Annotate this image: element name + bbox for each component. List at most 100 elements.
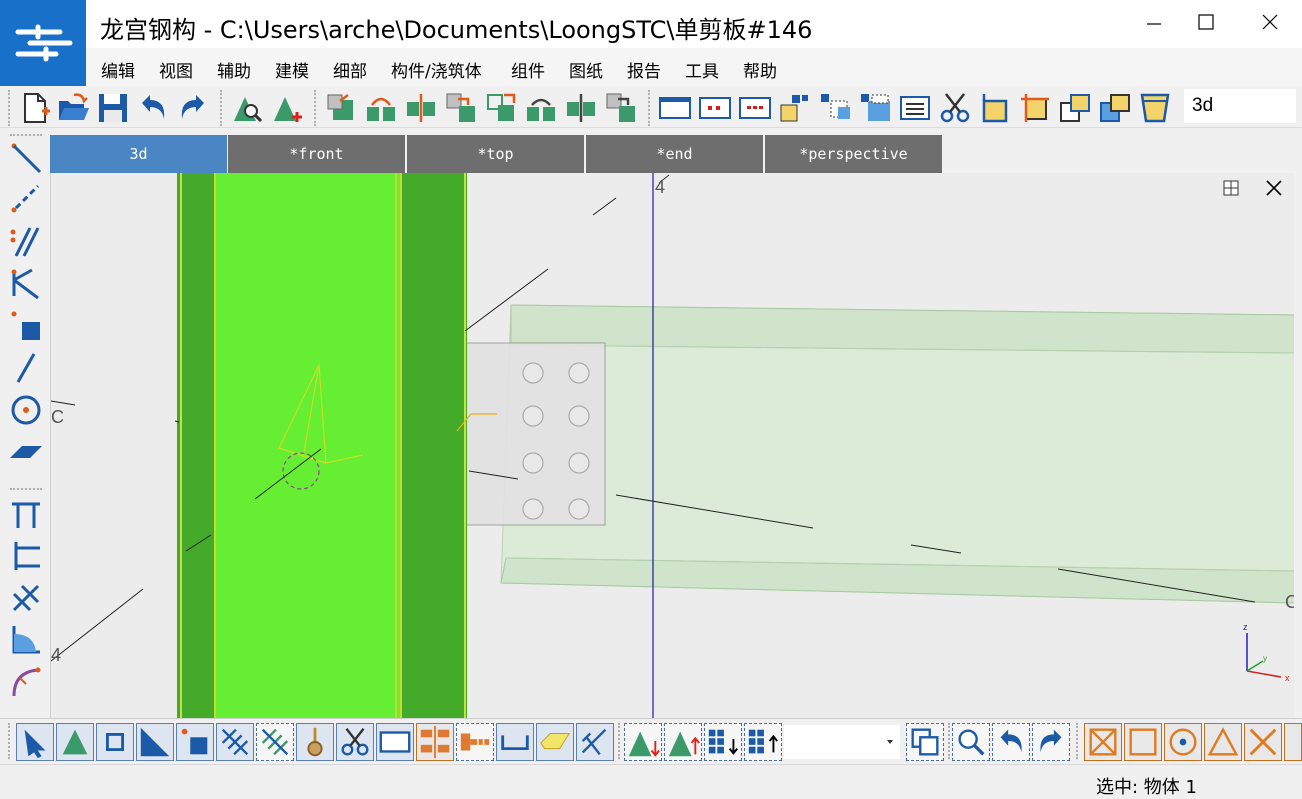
zoom-next-icon[interactable] <box>1032 723 1070 761</box>
menu-view[interactable]: 视图 <box>159 57 193 82</box>
new-file-icon[interactable] <box>18 91 52 125</box>
mirror-copy-icon[interactable] <box>404 91 438 125</box>
snap-geometry-icon[interactable] <box>1124 723 1162 761</box>
cut-polygon-icon[interactable] <box>1058 91 1092 125</box>
select-grid-icon[interactable] <box>416 723 454 761</box>
inquire-object-icon[interactable] <box>230 91 264 125</box>
square-point-icon[interactable] <box>8 308 44 344</box>
viewport-close-button[interactable] <box>1266 180 1282 196</box>
redo-icon[interactable] <box>176 91 210 125</box>
minimize-button[interactable] <box>1124 0 1184 44</box>
steel-column[interactable] <box>177 173 467 718</box>
cut-line-icon[interactable] <box>1018 91 1052 125</box>
copy-special-icon[interactable] <box>364 91 398 125</box>
view-name-input[interactable] <box>1184 89 1296 123</box>
mirror-move-icon[interactable] <box>564 91 598 125</box>
select-part-icon[interactable] <box>56 723 94 761</box>
undo-icon[interactable] <box>136 91 170 125</box>
fitting-icon[interactable] <box>978 91 1012 125</box>
snap-midpoint-icon[interactable] <box>1204 723 1242 761</box>
line-tool-icon[interactable] <box>8 140 44 176</box>
select-nested-icon[interactable] <box>858 91 892 125</box>
snap-center-icon[interactable] <box>1164 723 1202 761</box>
scissors-icon[interactable] <box>938 91 972 125</box>
snap-intersection-icon[interactable] <box>1244 723 1282 761</box>
cut-part-icon[interactable] <box>1098 91 1132 125</box>
plane-tool-icon[interactable] <box>8 434 44 470</box>
grid-corner-icon[interactable] <box>8 538 44 574</box>
select-reference-icon[interactable] <box>456 723 494 761</box>
select-polybeam-icon[interactable] <box>496 723 534 761</box>
select-weld-icon[interactable] <box>216 723 254 761</box>
grid-label-4-top: 4 <box>655 177 665 197</box>
select-anchor-icon[interactable] <box>296 723 334 761</box>
view-window-icon[interactable] <box>658 91 692 125</box>
tab-3d[interactable]: 3d <box>50 135 227 173</box>
snap-more-button[interactable] <box>1284 723 1302 761</box>
tab-perspective[interactable]: *perspective <box>765 135 942 173</box>
menu-modeling[interactable]: 建模 <box>275 57 309 82</box>
save-icon[interactable] <box>96 91 130 125</box>
quarter-arc-icon[interactable] <box>8 622 44 658</box>
menu-help[interactable]: 帮助 <box>743 57 777 82</box>
select-assembly-icon[interactable] <box>778 91 812 125</box>
select-arrow-icon[interactable] <box>16 723 54 761</box>
copy-view-icon[interactable] <box>906 723 944 761</box>
menu-components[interactable]: 组件 <box>511 57 545 82</box>
circle-point-icon[interactable] <box>8 392 44 428</box>
select-assembly-lower-icon[interactable] <box>704 723 742 761</box>
select-upper-icon[interactable] <box>664 723 702 761</box>
properties-icon[interactable] <box>898 91 932 125</box>
grid-label-4-bottom: 4 <box>51 645 61 665</box>
zoom-icon[interactable] <box>952 723 990 761</box>
viewport-layout-button[interactable] <box>1223 180 1239 196</box>
add-part-icon[interactable] <box>270 91 304 125</box>
select-dimension-icon[interactable] <box>576 723 614 761</box>
parallel-lines-icon[interactable] <box>8 224 44 260</box>
menu-assist[interactable]: 辅助 <box>217 57 251 82</box>
zoom-previous-icon[interactable] <box>992 723 1030 761</box>
move-to-plane-icon[interactable] <box>604 91 638 125</box>
snap-reference-icon[interactable] <box>1084 723 1122 761</box>
view-dots-icon[interactable] <box>738 91 772 125</box>
menu-detailing[interactable]: 细部 <box>333 57 367 82</box>
open-folder-icon[interactable] <box>56 91 90 125</box>
move-special-icon[interactable] <box>484 91 518 125</box>
select-surface-icon[interactable] <box>136 723 174 761</box>
menu-tools[interactable]: 工具 <box>685 57 719 82</box>
menu-reports[interactable]: 报告 <box>627 57 661 82</box>
move-icon[interactable] <box>444 91 478 125</box>
select-component-icon[interactable] <box>96 723 134 761</box>
close-button[interactable] <box>1240 0 1300 44</box>
maximize-button[interactable] <box>1176 0 1236 44</box>
select-assembly-upper-icon[interactable] <box>744 723 782 761</box>
dashed-line-icon[interactable] <box>8 182 44 218</box>
steel-beam[interactable] <box>500 304 1294 604</box>
model-viewport[interactable]: 4 C 4 C z x y <box>50 173 1294 718</box>
select-bolt-icon[interactable] <box>256 723 294 761</box>
copy-icon[interactable] <box>324 91 358 125</box>
chamfer-icon[interactable] <box>1138 91 1172 125</box>
menu-drawings[interactable]: 图纸 <box>569 57 603 82</box>
select-view-icon[interactable] <box>376 723 414 761</box>
select-plate-icon[interactable] <box>536 723 574 761</box>
snap-plane-select[interactable] <box>784 725 900 759</box>
menu-edit[interactable]: 编辑 <box>101 57 135 82</box>
select-cut-icon[interactable] <box>336 723 374 761</box>
view-point-icon[interactable] <box>698 91 732 125</box>
model-canvas[interactable]: 4 C 4 C z x y <box>51 173 1294 718</box>
tab-front[interactable]: *front <box>228 135 405 173</box>
left-toolbar <box>0 128 48 718</box>
grid-cross-icon[interactable] <box>8 580 44 616</box>
select-point-icon[interactable] <box>176 723 214 761</box>
menu-members[interactable]: 构件/浇筑体 <box>391 57 482 82</box>
slash-line-icon[interactable] <box>8 350 44 386</box>
rotate-move-icon[interactable] <box>524 91 558 125</box>
grid-h-icon[interactable] <box>8 496 44 532</box>
tab-end[interactable]: *end <box>586 135 763 173</box>
tab-top[interactable]: *top <box>407 135 584 173</box>
select-objects-icon[interactable] <box>818 91 852 125</box>
angle-line-icon[interactable] <box>8 266 44 302</box>
arc-tool-icon[interactable] <box>8 664 44 700</box>
select-lower-icon[interactable] <box>624 723 662 761</box>
